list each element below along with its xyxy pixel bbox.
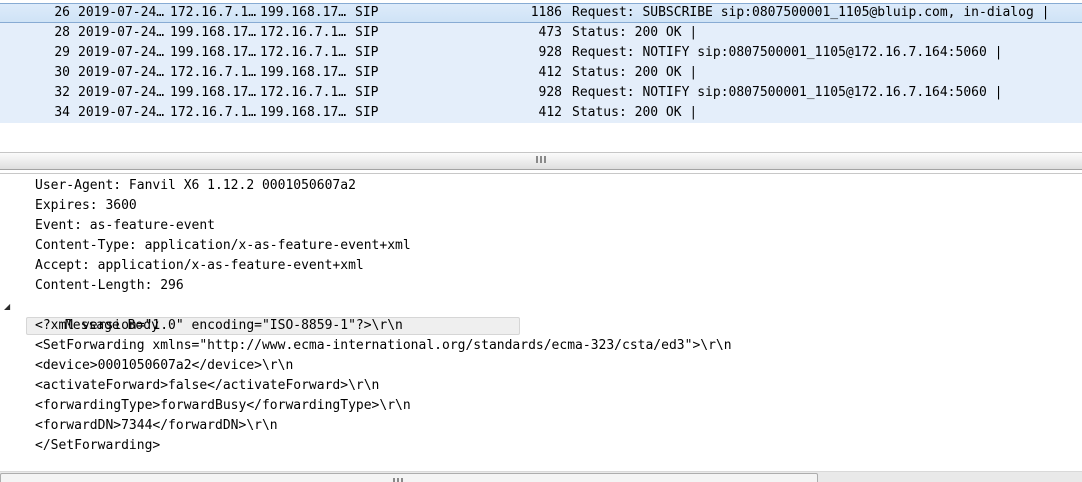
packet-cell-length: 928: [405, 43, 562, 63]
packet-cell-no: 34: [0, 103, 70, 123]
packet-cell-source: 199.168.17…: [170, 43, 260, 63]
packet-cell-time: 2019-07-24…: [70, 63, 170, 83]
packet-cell-no: 28: [0, 23, 70, 43]
packet-list-hscrollbar[interactable]: [0, 152, 1082, 170]
packet-row[interactable]: 292019-07-24…199.168.17…172.16.7.1…SIP92…: [0, 43, 1082, 63]
packet-cell-time: 2019-07-24…: [70, 83, 170, 103]
packet-row[interactable]: 302019-07-24…172.16.7.1…199.168.17…SIP41…: [0, 63, 1082, 83]
packet-cell-info: Status: 200 OK |: [562, 103, 1082, 123]
packet-list-pane: 262019-07-24…172.16.7.1…199.168.17…SIP11…: [0, 0, 1082, 152]
detail-line[interactable]: Expires: 3600: [0, 196, 1082, 216]
packet-cell-destination: 172.16.7.1…: [260, 23, 355, 43]
packet-cell-no: 29: [0, 43, 70, 63]
xml-line[interactable]: <activateForward>false</activateForward>…: [0, 376, 1082, 396]
details-hscrollbar-thumb[interactable]: [0, 473, 818, 482]
packet-cell-length: 412: [405, 63, 562, 83]
packet-cell-info: Request: NOTIFY sip:0807500001_1105@172.…: [562, 83, 1082, 103]
packet-row[interactable]: 322019-07-24…199.168.17…172.16.7.1…SIP92…: [0, 83, 1082, 103]
packet-row[interactable]: 342019-07-24…172.16.7.1…199.168.17…SIP41…: [0, 103, 1082, 123]
xml-line[interactable]: <?xml version="1.0" encoding="ISO-8859-1…: [0, 316, 1082, 336]
packet-cell-no: 30: [0, 63, 70, 83]
detail-line[interactable]: Accept: application/x-as-feature-event+x…: [0, 256, 1082, 276]
packet-cell-destination: 199.168.17…: [260, 103, 355, 123]
packet-details-pane: User-Agent: Fanvil X6 1.12.2 0001050607a…: [0, 174, 1082, 471]
scrollbar-grip-icon: [393, 478, 403, 482]
packet-cell-destination: 172.16.7.1…: [260, 43, 355, 63]
xml-line[interactable]: <forwardingType>forwardBusy</forwardingT…: [0, 396, 1082, 416]
packet-row[interactable]: 262019-07-24…172.16.7.1…199.168.17…SIP11…: [0, 3, 1082, 23]
packet-cell-protocol: SIP: [355, 23, 405, 43]
packet-cell-length: 473: [405, 23, 562, 43]
packet-cell-no: 26: [0, 4, 70, 22]
detail-line[interactable]: User-Agent: Fanvil X6 1.12.2 0001050607a…: [0, 176, 1082, 196]
xml-line[interactable]: <SetForwarding xmlns="http://www.ecma-in…: [0, 336, 1082, 356]
detail-line[interactable]: Event: as-feature-event: [0, 216, 1082, 236]
packet-cell-info: Request: SUBSCRIBE sip:0807500001_1105@b…: [562, 4, 1082, 22]
packet-cell-time: 2019-07-24…: [70, 43, 170, 63]
detail-header-lines: User-Agent: Fanvil X6 1.12.2 0001050607a…: [0, 176, 1082, 296]
packet-cell-destination: 172.16.7.1…: [260, 83, 355, 103]
packet-cell-length: 412: [405, 103, 562, 123]
packet-cell-protocol: SIP: [355, 63, 405, 83]
details-hscrollbar-track[interactable]: [0, 471, 1082, 482]
packet-cell-source: 199.168.17…: [170, 83, 260, 103]
packet-cell-source: 172.16.7.1…: [170, 63, 260, 83]
packet-cell-info: Status: 200 OK |: [562, 63, 1082, 83]
wireshark-window: 262019-07-24…172.16.7.1…199.168.17…SIP11…: [0, 0, 1082, 482]
packet-cell-destination: 199.168.17…: [260, 4, 355, 22]
packet-cell-protocol: SIP: [355, 83, 405, 103]
packet-cell-protocol: SIP: [355, 103, 405, 123]
packet-cell-length: 928: [405, 83, 562, 103]
message-body-label: Message Body: [65, 318, 159, 333]
packet-cell-source: 172.16.7.1…: [170, 103, 260, 123]
detail-line[interactable]: Content-Length: 296: [0, 276, 1082, 296]
packet-cell-info: Request: NOTIFY sip:0807500001_1105@172.…: [562, 43, 1082, 63]
packet-cell-source: 172.16.7.1…: [170, 4, 260, 22]
packet-cell-destination: 199.168.17…: [260, 63, 355, 83]
packet-cell-info: Status: 200 OK |: [562, 23, 1082, 43]
packet-cell-time: 2019-07-24…: [70, 23, 170, 43]
packet-cell-no: 32: [0, 83, 70, 103]
xml-line[interactable]: <device>0001050607a2</device>\r\n: [0, 356, 1082, 376]
expand-triangle-icon[interactable]: ◢: [4, 297, 10, 317]
detail-line[interactable]: Content-Type: application/x-as-feature-e…: [0, 236, 1082, 256]
xml-body-lines: <?xml version="1.0" encoding="ISO-8859-1…: [0, 316, 1082, 456]
scrollbar-grip-icon: [536, 156, 546, 163]
xml-line[interactable]: </SetForwarding>: [0, 436, 1082, 456]
packet-cell-time: 2019-07-24…: [70, 103, 170, 123]
packet-cell-protocol: SIP: [355, 4, 405, 22]
packet-cell-length: 1186: [405, 4, 562, 22]
packet-cell-protocol: SIP: [355, 43, 405, 63]
packet-cell-time: 2019-07-24…: [70, 4, 170, 22]
message-body-node[interactable]: ◢Message Body: [0, 296, 1082, 316]
xml-line[interactable]: <forwardDN>7344</forwardDN>\r\n: [0, 416, 1082, 436]
packet-cell-source: 199.168.17…: [170, 23, 260, 43]
packet-row[interactable]: 282019-07-24…199.168.17…172.16.7.1…SIP47…: [0, 23, 1082, 43]
